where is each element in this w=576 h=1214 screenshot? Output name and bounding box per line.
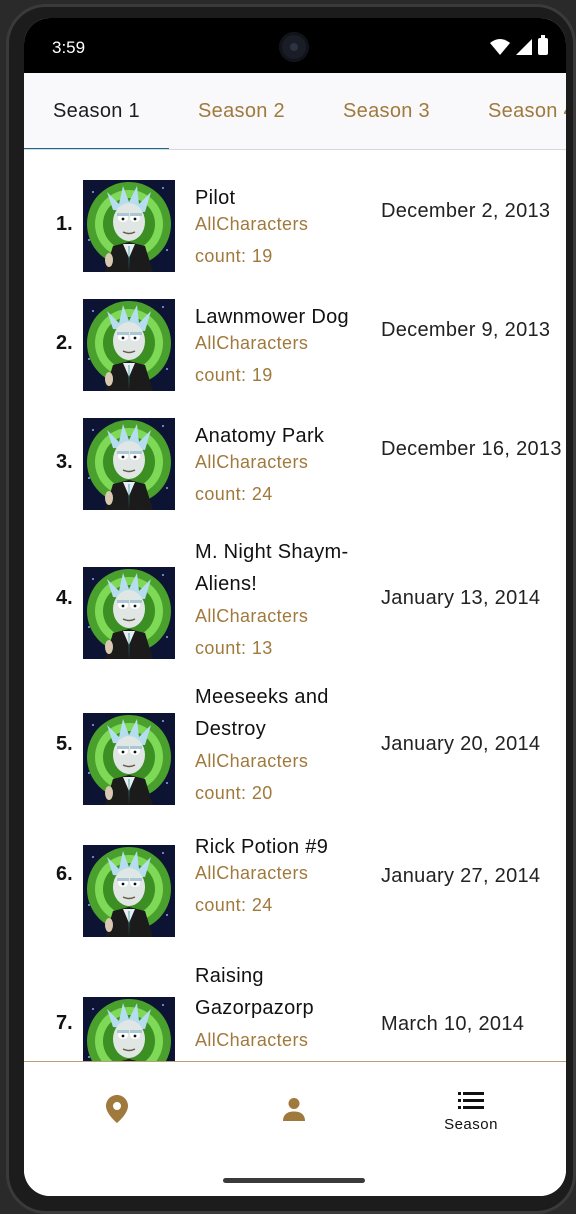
episode-row[interactable]: 1. Pilot AllCharacters count: 19 Decembe… <box>24 151 566 272</box>
nav-locations[interactable] <box>27 1062 207 1162</box>
home-indicator[interactable] <box>223 1178 365 1183</box>
wifi-icon <box>490 38 510 55</box>
episode-info: Meeseeks and Destroy AllCharacters count… <box>195 681 375 809</box>
episode-info: Anatomy Park AllCharacters count: 24 <box>195 420 375 510</box>
tab-label: Season 2 <box>198 100 285 122</box>
person-icon <box>283 1098 305 1121</box>
episode-number: 5. <box>56 733 73 755</box>
episode-info: Raising Gazorpazorp AllCharacters <box>195 960 375 1056</box>
episode-thumbnail <box>83 418 175 510</box>
episode-thumbnail <box>83 997 175 1061</box>
episode-air-date: December 16, 2013 <box>381 438 562 460</box>
episode-title: Raising Gazorpazorp <box>195 965 314 1019</box>
tab-season-1[interactable]: Season 1 <box>24 73 169 149</box>
episode-title: Meeseeks and Destroy <box>195 686 329 740</box>
episode-air-date: March 10, 2014 <box>381 1013 525 1035</box>
episode-air-date: December 2, 2013 <box>381 200 551 222</box>
episode-thumbnail <box>83 713 175 805</box>
episode-info: M. Night Shaym-Aliens! AllCharacters cou… <box>195 536 375 664</box>
tab-label: Season 4 <box>488 100 566 122</box>
episode-row[interactable]: 5. Meeseeks and Destroy AllCharacters co… <box>24 653 566 805</box>
episode-thumbnail <box>83 567 175 659</box>
status-time: 3:59 <box>52 38 86 57</box>
episode-character-count: count: 19 <box>195 365 273 385</box>
episode-info: Rick Potion #9 AllCharacters count: 24 <box>195 831 375 921</box>
episode-row[interactable]: 3. Anatomy Park AllCharacters count: 24 … <box>24 389 566 510</box>
camera-cutout <box>279 32 309 62</box>
episode-air-date: January 27, 2014 <box>381 865 541 887</box>
episode-air-date: January 20, 2014 <box>381 733 541 755</box>
episode-number: 4. <box>56 587 73 609</box>
episode-thumbnail <box>83 299 175 391</box>
season-tabs: Season 1 Season 2 Season 3 Season 4 <box>24 73 566 150</box>
episode-characters-link[interactable]: AllCharacters <box>195 446 375 478</box>
tab-indicator <box>24 148 169 149</box>
episode-characters-link[interactable]: AllCharacters <box>195 857 375 889</box>
location-pin-icon <box>106 1095 128 1123</box>
episode-number: 2. <box>56 332 73 354</box>
episode-air-date: December 9, 2013 <box>381 319 551 341</box>
episode-row[interactable]: 7. Raising Gazorpazorp AllCharacters Mar… <box>24 916 566 1061</box>
episode-info: Pilot AllCharacters count: 19 <box>195 182 375 272</box>
episode-number: 6. <box>56 863 73 885</box>
episode-characters-link[interactable]: AllCharacters <box>195 745 375 777</box>
episode-characters-link[interactable]: AllCharacters <box>195 600 375 632</box>
app-screen: 3:59 Season 1 Season 2 Season 3 Season 4 <box>24 18 566 1196</box>
episode-character-count: count: 19 <box>195 246 273 266</box>
tab-label: Season 1 <box>53 100 140 122</box>
nav-characters[interactable] <box>204 1062 384 1162</box>
battery-icon <box>538 35 548 55</box>
list-icon <box>458 1091 484 1109</box>
bottom-navigation: Season <box>24 1061 566 1196</box>
episode-title: M. Night Shaym-Aliens! <box>195 541 349 595</box>
episode-air-date: January 13, 2014 <box>381 587 541 609</box>
episode-list[interactable]: 1. Pilot AllCharacters count: 19 Decembe… <box>24 151 566 1061</box>
nav-label: Season <box>444 1115 498 1133</box>
episode-characters-link[interactable]: AllCharacters <box>195 208 375 240</box>
tab-label: Season 3 <box>343 100 430 122</box>
tab-season-2[interactable]: Season 2 <box>169 73 314 149</box>
episode-info: Lawnmower Dog AllCharacters count: 19 <box>195 301 375 391</box>
episode-character-count: count: 24 <box>195 484 273 504</box>
episode-thumbnail <box>83 180 175 272</box>
episode-number: 7. <box>56 1012 73 1034</box>
status-bar: 3:59 <box>24 18 566 73</box>
episode-number: 3. <box>56 451 73 473</box>
episode-row[interactable]: 2. Lawnmower Dog AllCharacters count: 19… <box>24 270 566 391</box>
episode-number: 1. <box>56 213 73 235</box>
status-icons <box>490 35 548 55</box>
tab-season-4[interactable]: Season 4 <box>459 73 566 149</box>
episode-row[interactable]: 6. Rick Potion #9 AllCharacters count: 2… <box>24 797 566 937</box>
episode-row[interactable]: 4. M. Night Shaym-Aliens! AllCharacters … <box>24 508 566 659</box>
episode-characters-link[interactable]: AllCharacters <box>195 1024 375 1056</box>
nav-season[interactable]: Season <box>381 1062 561 1162</box>
signal-icon <box>516 38 532 55</box>
tab-season-3[interactable]: Season 3 <box>314 73 459 149</box>
